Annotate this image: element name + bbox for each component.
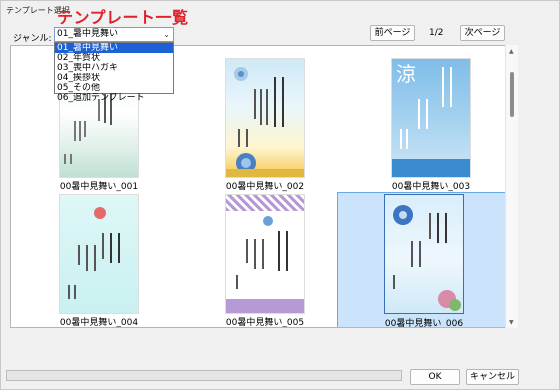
genre-option[interactable]: 02_年賀状 — [55, 53, 173, 63]
template-name: 00暑中見舞い_006 — [384, 319, 464, 328]
template-name: 00暑中見舞い_003 — [391, 182, 471, 192]
template-name: 00暑中見舞い_002 — [225, 182, 305, 192]
template-thumbnail: 涼 — [391, 58, 471, 178]
thumbnail-art — [393, 205, 461, 311]
page-indicator: 1/2 — [429, 28, 444, 38]
template-thumbnail — [59, 194, 139, 314]
thumbnail-art: 涼 — [392, 62, 470, 177]
template-thumbnail — [225, 58, 305, 178]
cancel-button[interactable]: キャンセル — [466, 369, 519, 385]
template-card[interactable]: 00暑中見舞い_002 — [185, 58, 345, 192]
prev-page-button[interactable]: 前ページ — [370, 25, 415, 41]
template-select-dialog: テンプレート選択 テンプレート一覧 ジャンル: 01_暑中見舞い ⌄ 前ページ … — [0, 0, 560, 390]
template-card[interactable]: 涼 00暑中見舞い_003 — [351, 58, 511, 192]
genre-option[interactable]: 05_その他 — [55, 83, 173, 93]
template-card[interactable]: 00暑中見舞い_005 — [185, 194, 345, 328]
template-name: 00暑中見舞い_004 — [59, 318, 139, 328]
template-name: 00暑中見舞い_001 — [59, 182, 139, 192]
template-thumbnail — [225, 194, 305, 314]
scroll-up-icon[interactable]: ▲ — [509, 48, 514, 55]
genre-option[interactable]: 03_喪中ハガキ — [55, 63, 173, 73]
template-thumbnail — [384, 194, 464, 314]
chevron-down-icon[interactable]: ⌄ — [163, 28, 170, 41]
template-card[interactable]: 00暑中見舞い_004 — [19, 194, 179, 328]
genre-option[interactable]: 04_挨拶状 — [55, 73, 173, 83]
template-card-selected[interactable]: 00暑中見舞い_006 — [337, 192, 509, 328]
thumbnail-art — [68, 207, 120, 299]
page-title: テンプレート一覧 — [57, 8, 189, 27]
genre-option[interactable]: 01_暑中見舞い — [55, 43, 173, 53]
template-name: 00暑中見舞い_005 — [225, 318, 305, 328]
genre-label: ジャンル: — [13, 34, 52, 44]
vertical-scrollbar[interactable]: ▲ ▼ — [505, 45, 518, 328]
thumbnail-art — [226, 67, 304, 177]
genre-select[interactable]: 01_暑中見舞い ⌄ — [54, 27, 174, 42]
genre-selected-value: 01_暑中見舞い — [57, 29, 118, 39]
next-page-button[interactable]: 次ページ — [460, 25, 505, 41]
template-glyph: 涼 — [396, 62, 416, 86]
scroll-thumb[interactable] — [510, 72, 514, 117]
status-progress-bar — [6, 370, 402, 381]
thumbnail-art — [226, 211, 304, 313]
genre-dropdown-list[interactable]: 01_暑中見舞い 02_年賀状 03_喪中ハガキ 04_挨拶状 05_その他 0… — [54, 42, 174, 103]
genre-option[interactable]: 06_追加テンプレート — [55, 93, 173, 103]
scroll-down-icon[interactable]: ▼ — [509, 319, 514, 326]
ok-button[interactable]: OK — [410, 369, 460, 385]
